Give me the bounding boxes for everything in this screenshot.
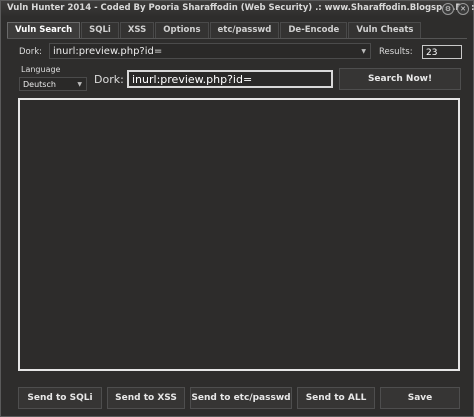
dork-input[interactable]: inurl:preview.php?id=	[127, 70, 333, 88]
tab-etc-passwd[interactable]: etc/passwd	[209, 22, 280, 38]
tab-vuln-cheats[interactable]: Vuln Cheats	[348, 22, 422, 38]
results-output-area[interactable]	[18, 98, 460, 371]
tab-bar: Vuln Search SQLi XSS Options etc/passwd …	[7, 22, 422, 39]
results-field[interactable]: 23	[422, 45, 462, 59]
tab-xss[interactable]: XSS	[119, 22, 155, 38]
tab-sqli[interactable]: SQLi	[81, 22, 119, 38]
dork-select[interactable]: inurl:preview.php?id= ▼	[49, 43, 371, 59]
main-window: Vuln Hunter 2014 - Coded By Pooria Shara…	[0, 0, 474, 417]
tab-options[interactable]: Options	[155, 22, 209, 38]
tab-vuln-search[interactable]: Vuln Search	[7, 22, 81, 39]
tab-divider	[7, 38, 467, 39]
language-label: Language	[21, 65, 61, 74]
window-title: Vuln Hunter 2014 - Coded By Pooria Shara…	[7, 3, 474, 13]
send-to-etc-passwd-button[interactable]: Send to etc/passwd	[190, 387, 292, 409]
search-now-button[interactable]: Search Now!	[339, 68, 461, 90]
title-bar: Vuln Hunter 2014 - Coded By Pooria Shara…	[1, 1, 474, 17]
dork-select-label: Dork:	[19, 47, 43, 57]
save-button[interactable]: Save	[380, 387, 460, 409]
results-label: Results:	[379, 47, 413, 57]
dork-select-value: inurl:preview.php?id=	[53, 46, 163, 57]
chevron-down-icon: ▼	[77, 81, 82, 88]
language-select-value: Deutsch	[23, 80, 56, 89]
dork-input-label: Dork:	[94, 73, 124, 86]
tab-de-encode[interactable]: De-Encode	[280, 22, 348, 38]
settings-icon[interactable]: ⚙	[442, 3, 454, 15]
language-select[interactable]: Deutsch ▼	[19, 77, 87, 91]
close-icon[interactable]: ✕	[457, 3, 469, 15]
send-to-xss-button[interactable]: Send to XSS	[107, 387, 185, 409]
send-to-sqli-button[interactable]: Send to SQLi	[18, 387, 102, 409]
chevron-down-icon: ▼	[361, 48, 366, 55]
send-to-all-button[interactable]: Send to ALL	[297, 387, 375, 409]
